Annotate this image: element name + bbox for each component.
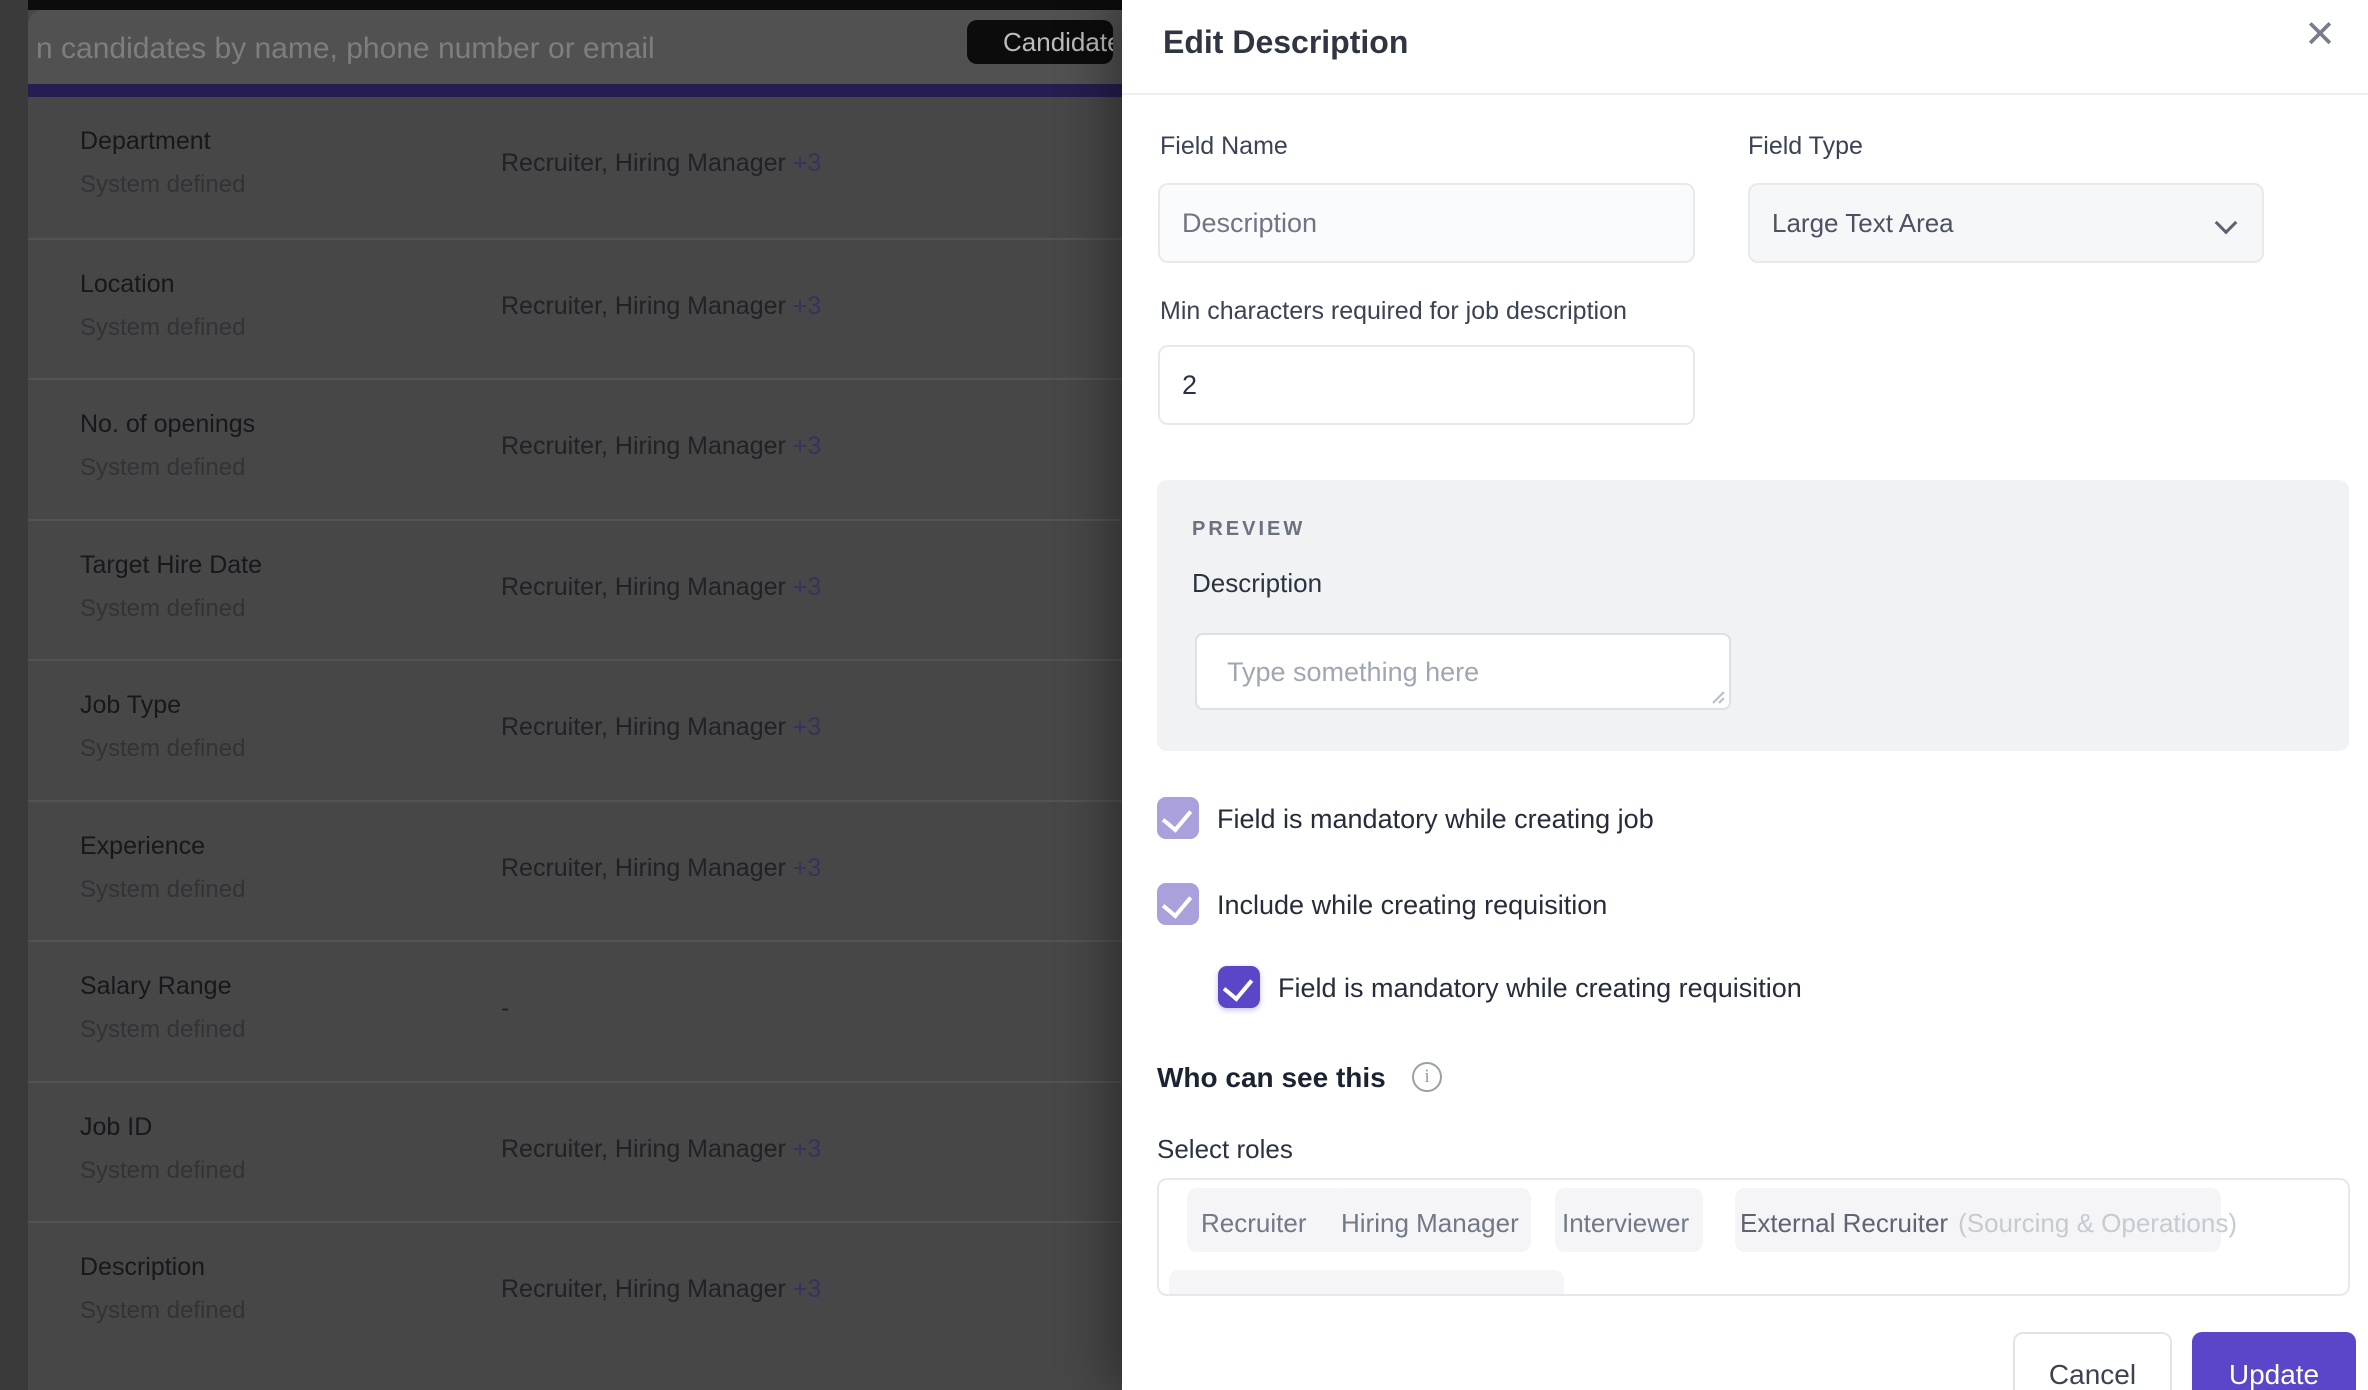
role-option-hiring-manager[interactable]: Hiring Manager [1341,1208,1519,1239]
more-count: +3 [792,853,822,882]
field-title: Experience [80,831,206,860]
field-subtitle: System defined [80,594,246,622]
who-can-see-heading: Who can see this [1157,1062,1386,1093]
table-row[interactable]: Job Type System defined Recruiter, Hirin… [28,659,1122,800]
field-roles-value: Recruiter, Hiring Manager +3 [501,1134,822,1163]
fields-list: Department System defined Recruiter, Hir… [28,97,1122,1390]
preview-heading: PREVIEW [1192,518,1306,540]
search-input[interactable]: n candidates by name, phone number or em… [36,32,655,66]
search-bar[interactable]: n candidates by name, phone number or em… [28,10,1122,84]
more-count: +3 [792,1134,822,1163]
field-title: Description [80,1253,206,1281]
field-type-select[interactable]: Large Text Area [1748,183,2264,263]
role-option-recruiter[interactable]: Recruiter [1201,1208,1306,1239]
field-subtitle: System defined [80,454,246,481]
table-row[interactable]: Salary Range System defined - [28,940,1122,1081]
table-row[interactable]: Department System defined Recruiter, Hir… [28,97,1122,238]
field-title: Salary Range [80,972,232,1000]
preview-section: PREVIEW Description Type something here [1157,480,2349,751]
chevron-down-icon [2214,211,2238,235]
field-roles-value: Recruiter, Hiring Manager +3 [501,713,822,741]
field-roles-value: Recruiter, Hiring Manager +3 [501,432,822,460]
select-roles-label: Select roles [1157,1134,1293,1164]
preview-field-label: Description [1192,568,1323,598]
field-roles-value: Recruiter, Hiring Manager +3 [501,291,822,320]
more-count: +3 [792,572,822,601]
update-button[interactable]: Update [2192,1332,2356,1390]
min-chars-label: Min characters required for job descript… [1160,297,1627,325]
role-chip-ghost [1169,1270,1564,1294]
mandatory-job-checkbox[interactable] [1157,797,1199,839]
page-edge-strip [0,0,28,1390]
cancel-button[interactable]: Cancel [2013,1332,2172,1390]
header-accent-bar [28,84,1122,97]
field-title: Job ID [80,1112,153,1141]
more-count: +3 [792,149,822,177]
role-option-interviewer[interactable]: Interviewer [1562,1208,1689,1239]
modal-header: Edit Description ✕ [1122,0,2368,95]
page-title: Edit Description [1163,24,1409,60]
table-row[interactable]: Job ID System defined Recruiter, Hiring … [28,1080,1122,1222]
more-count: +3 [792,291,822,320]
field-type-label: Field Type [1748,132,1863,160]
table-row[interactable]: Target Hire Date System defined Recruite… [28,518,1122,660]
mandatory-requisition-label: Field is mandatory while creating requis… [1278,973,1802,1003]
field-subtitle: System defined [80,735,246,762]
role-suffix: (Sourcing & Operations) [1958,1208,2237,1238]
more-count: +3 [792,1275,822,1303]
field-title: Location [80,269,175,298]
field-subtitle: System defined [80,1297,246,1324]
field-roles-value: Recruiter, Hiring Manager +3 [501,1275,822,1303]
table-row[interactable]: Location System defined Recruiter, Hirin… [28,237,1122,379]
role-option-external-recruiter[interactable]: External Recruiter (Sourcing & Operations… [1740,1208,2237,1239]
top-band [28,0,1122,10]
min-chars-input[interactable]: 2 [1158,345,1695,425]
field-title: Job Type [80,691,182,719]
field-roles-value: Recruiter, Hiring Manager +3 [501,853,822,882]
field-name-label: Field Name [1160,132,1288,160]
close-icon[interactable]: ✕ [2304,16,2336,54]
field-subtitle: System defined [80,313,246,341]
table-row[interactable]: Description System defined Recruiter, Hi… [28,1221,1122,1362]
info-icon[interactable]: i [1412,1062,1442,1092]
more-count: +3 [792,432,822,460]
field-roles-value: Recruiter, Hiring Manager +3 [501,572,822,601]
field-subtitle: System defined [80,171,246,198]
field-title: No. of openings [80,410,256,438]
table-row[interactable]: Experience System defined Recruiter, Hir… [28,799,1122,941]
mandatory-job-label: Field is mandatory while creating job [1217,804,1654,834]
mandatory-requisition-checkbox[interactable] [1218,966,1260,1008]
preview-textarea[interactable]: Type something here [1195,633,1731,710]
field-name-input[interactable]: Description [1158,183,1695,263]
more-count: +3 [792,713,822,741]
field-roles-value: Recruiter, Hiring Manager +3 [501,149,822,177]
edit-description-modal: Edit Description ✕ Field Name Descriptio… [1122,0,2368,1390]
textarea-placeholder: Type something here [1227,657,1480,687]
field-roles-value: - [501,994,510,1022]
field-title: Department [80,127,211,155]
candidates-badge[interactable]: Candidates [967,20,1113,64]
field-subtitle: System defined [80,1156,246,1184]
field-subtitle: System defined [80,1016,246,1043]
include-requisition-checkbox[interactable] [1157,883,1199,925]
background-page: n candidates by name, phone number or em… [0,0,1122,1390]
table-row[interactable]: No. of openings System defined Recruiter… [28,378,1122,519]
field-title: Target Hire Date [80,550,263,579]
field-subtitle: System defined [80,875,246,903]
resize-handle-icon[interactable] [1707,686,1725,704]
include-requisition-label: Include while creating requisition [1217,890,1608,920]
